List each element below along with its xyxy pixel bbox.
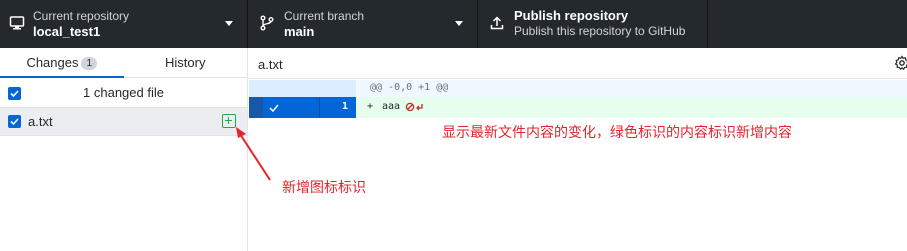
- current-branch-label: Current branch: [284, 9, 365, 23]
- diff-panel: a.txt @@ -0,0 +1 @@ 1 + aaa: [249, 48, 907, 251]
- changes-sidebar: Changes 1 History 1 changed file a.txt: [0, 48, 248, 251]
- hunk-gutter: [249, 80, 356, 97]
- current-branch-button[interactable]: Current branch main: [248, 0, 478, 48]
- file-include-checkbox[interactable]: [8, 115, 21, 128]
- added-line-marker: +: [367, 101, 374, 112]
- no-newline-icon: [405, 102, 423, 112]
- upload-icon: [490, 16, 504, 30]
- publish-repository-description: Publish this repository to GitHub: [514, 24, 686, 38]
- added-line-content: aaa: [382, 101, 401, 112]
- diff-added-line[interactable]: 1 + aaa: [249, 97, 907, 118]
- changed-files-count: 1 changed file: [83, 85, 164, 100]
- sidebar-tabs: Changes 1 History: [0, 48, 247, 78]
- checkmark-icon: [269, 104, 279, 113]
- tab-history[interactable]: History: [124, 48, 248, 77]
- publish-repository-title: Publish repository: [514, 8, 629, 23]
- file-list-item[interactable]: a.txt: [0, 108, 247, 136]
- current-branch-name: main: [284, 24, 315, 39]
- chevron-down-icon: [225, 21, 233, 26]
- file-name: a.txt: [28, 114, 53, 129]
- checkmark-icon: [10, 118, 19, 126]
- changes-count-badge: 1: [81, 57, 98, 70]
- current-repository-button[interactable]: Current repository local_test1: [0, 0, 248, 48]
- toolbar: Current repository local_test1 Current b…: [0, 0, 907, 48]
- hunk-range: @@ -0,0 +1 @@: [370, 82, 449, 93]
- desktop-icon: [9, 16, 25, 30]
- line-selection-gutter[interactable]: 1: [249, 97, 356, 118]
- diff-hunk-header: @@ -0,0 +1 @@: [249, 80, 907, 97]
- line-number: 1: [341, 101, 348, 112]
- diff-file-name: a.txt: [258, 57, 283, 72]
- tab-history-label: History: [165, 55, 206, 70]
- publish-repository-button[interactable]: Publish repository Publish this reposito…: [478, 0, 708, 48]
- diff-file-header: a.txt: [249, 48, 907, 79]
- hunk-handle[interactable]: [249, 97, 263, 118]
- git-branch-icon: [260, 15, 274, 31]
- gear-icon[interactable]: [894, 55, 907, 71]
- tab-changes[interactable]: Changes 1: [0, 48, 124, 78]
- chevron-down-icon: [455, 21, 463, 26]
- tab-changes-label: Changes: [26, 55, 79, 70]
- current-repository-label: Current repository: [33, 9, 130, 23]
- current-repository-name: local_test1: [33, 24, 101, 39]
- icon-annotation-note: 新增图标标识: [282, 180, 366, 196]
- diff-annotation-note: 显示最新文件内容的变化，绿色标识的内容标识新增内容: [442, 125, 792, 141]
- file-added-icon: [222, 114, 236, 128]
- changed-files-header: 1 changed file: [0, 78, 247, 108]
